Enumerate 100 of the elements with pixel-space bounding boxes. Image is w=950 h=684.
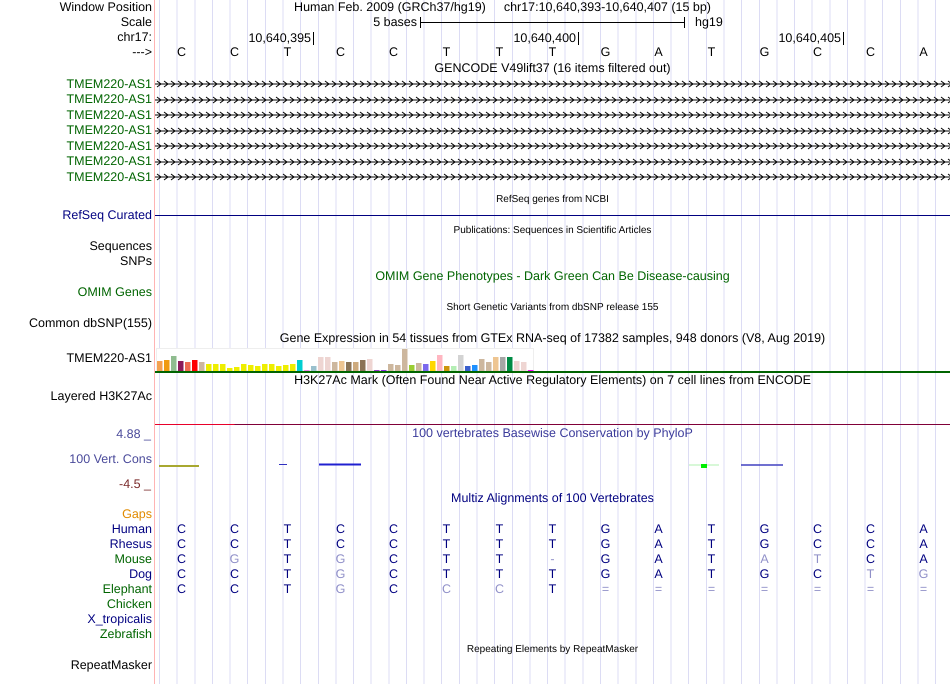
base-letter: C — [334, 46, 346, 59]
base-letter: T — [548, 538, 558, 550]
base-letter: G — [758, 522, 770, 536]
base-letter: T — [282, 522, 292, 536]
track-title: H3K27Ac Mark (Often Found Near Active Regulatory Elements) on 7 cell lines from ENCODE — [294, 374, 811, 387]
track-title: GENCODE V49lift37 (16 items filtered out) — [434, 62, 671, 74]
base-letter: T — [494, 522, 504, 536]
base-letter: A — [918, 552, 929, 566]
track-label: OMIM Genes — [78, 286, 152, 298]
base-letter: = — [706, 582, 716, 596]
base-letter: T — [548, 522, 558, 536]
species-label: Human — [112, 522, 152, 536]
base-letter: C — [440, 582, 452, 596]
base-letter: C — [864, 522, 876, 536]
track-label: ---> — [132, 46, 152, 59]
base-letter: T — [494, 46, 504, 59]
base-letter: A — [918, 538, 929, 550]
base-letter: T — [282, 582, 292, 596]
base-letter: T — [548, 568, 558, 580]
base-letter: T — [494, 568, 504, 580]
track-label: Window Position — [60, 1, 152, 14]
species-label: Zebrafish — [100, 628, 152, 640]
base-letter: T — [442, 522, 452, 536]
base-letter: G — [600, 538, 612, 550]
species-label: Mouse — [114, 552, 152, 566]
base-letter: C — [334, 522, 346, 536]
base-letter: T — [706, 538, 716, 550]
base-letter: T — [494, 538, 504, 550]
base-letter: C — [388, 46, 400, 59]
track-title: Multiz Alignments of 100 Vertebrates — [451, 492, 654, 505]
base-letter: C — [812, 46, 824, 59]
base-letter: T — [548, 46, 558, 59]
assembly-title: Human Feb. 2009 (GRCh37/hg19) — [294, 1, 486, 14]
base-letter: C — [228, 522, 240, 536]
base-letter: C — [864, 552, 876, 566]
base-letter: C — [864, 538, 876, 550]
track-label: RepeatMasker — [70, 658, 152, 672]
base-letter: A — [653, 46, 664, 59]
base-letter: A — [653, 568, 664, 580]
track-label: TMEM220-AS1 — [66, 108, 152, 121]
base-letter: C — [812, 568, 824, 580]
track-label: RefSeq Curated — [62, 208, 152, 222]
base-letter: G — [228, 552, 240, 566]
base-letter: C — [228, 538, 240, 550]
base-letter: T — [442, 568, 452, 580]
base-letter: G — [600, 552, 612, 566]
base-letter: A — [759, 552, 770, 566]
base-letter: A — [653, 552, 664, 566]
base-letter: T — [282, 46, 292, 59]
track-title: 100 vertebrates Basewise Conservation by PhyloP — [412, 427, 693, 440]
base-letter: T — [442, 552, 452, 566]
base-letter: C — [228, 568, 240, 580]
track-title: Gene Expression in 54 tissues from GTEx RNA-seq of 17382 samples, 948 donors (V8, Aug 2019) — [280, 332, 826, 345]
base-letter: T — [706, 522, 716, 536]
base-letter: = — [760, 582, 770, 596]
base-letter: G — [334, 552, 346, 566]
base-letter: C — [334, 538, 346, 550]
track-label: SNPs — [120, 254, 152, 268]
base-letter: G — [758, 538, 770, 550]
species-label: Dog — [129, 568, 152, 580]
species-label: Chicken — [106, 598, 152, 610]
base-letter: T — [548, 582, 558, 596]
base-letter: T — [706, 46, 716, 59]
track-title: Publications: Sequences in Scientific Articles — [454, 226, 652, 236]
position-range: chr17:10,640,393-10,640,407 (15 bp) — [504, 1, 711, 14]
base-letter: C — [176, 582, 188, 596]
base-letter: T — [866, 568, 876, 580]
scale-assembly: hg19 — [694, 16, 724, 29]
base-letter: A — [918, 522, 929, 536]
base-letter: G — [758, 46, 770, 59]
base-letter: C — [494, 582, 506, 596]
position-tick: 10,640,405 — [738, 32, 844, 45]
base-letter: T — [442, 46, 452, 59]
base-letter: = — [600, 582, 610, 596]
base-letter: C — [388, 522, 400, 536]
base-letter: T — [494, 552, 504, 566]
species-label: X_tropicalis — [87, 612, 152, 626]
track-label: TMEM220-AS1 — [66, 93, 152, 106]
scale-text: 5 bases — [372, 16, 418, 29]
base-letter: A — [653, 522, 664, 536]
base-letter: C — [176, 538, 188, 550]
track-title: Repeating Elements by RepeatMasker — [466, 644, 638, 654]
base-letter: C — [228, 46, 240, 59]
base-letter: C — [176, 552, 188, 566]
base-letter: A — [918, 46, 929, 59]
base-letter: C — [864, 46, 876, 59]
track-label: Layered H3K27Ac — [50, 390, 152, 402]
track-label: Gaps — [122, 508, 152, 520]
base-letter: = — [654, 582, 664, 596]
track-label: TMEM220-AS1 — [66, 352, 152, 365]
track-label: TMEM220-AS1 — [66, 155, 152, 168]
base-letter: C — [388, 552, 400, 566]
base-letter: C — [812, 522, 824, 536]
track-title: RefSeq genes from NCBI — [496, 194, 609, 204]
base-letter: C — [176, 46, 188, 59]
track-title: Short Genetic Variants from dbSNP release 155 — [446, 302, 658, 312]
track-label: 100 Vert. Cons — [69, 452, 152, 466]
track-label: TMEM220-AS1 — [66, 124, 152, 136]
base-letter: G — [334, 568, 346, 580]
base-letter: C — [812, 538, 824, 550]
